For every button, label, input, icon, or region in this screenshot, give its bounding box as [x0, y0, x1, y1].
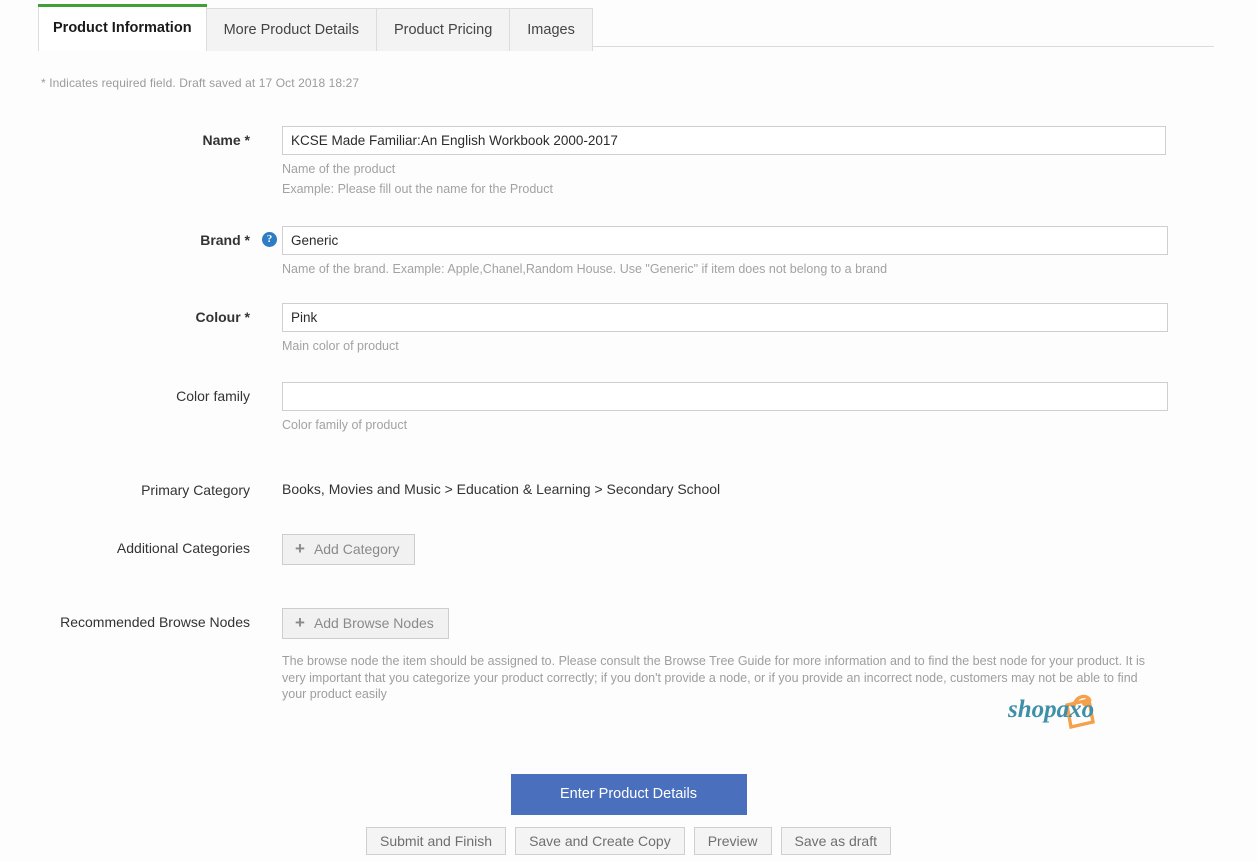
plus-icon: + — [295, 539, 305, 559]
tab-images[interactable]: Images — [509, 8, 593, 51]
tab-more-product-details[interactable]: More Product Details — [205, 8, 377, 51]
color-family-input[interactable] — [282, 381, 1168, 411]
tab-label: Product Information — [53, 19, 192, 36]
primary-action-row: Enter Product Details — [0, 774, 1257, 815]
question-mark-icon[interactable]: ? — [262, 232, 277, 248]
name-hint-example: Example: Please fill out the name for th… — [282, 182, 553, 197]
color-family-field-group: Color family of product — [250, 381, 1257, 432]
active-tab-accent-bar — [38, 4, 207, 7]
browse-nodes-help-text: The browse node the item should be assig… — [282, 654, 1145, 701]
form-row-primary-category: Primary Category Books, Movies and Music… — [0, 476, 1257, 498]
preview-button[interactable]: Preview — [693, 827, 772, 855]
tab-label: More Product Details — [223, 22, 359, 38]
tab-label: Images — [527, 22, 575, 38]
brand-hint-primary: Name of the brand. Example: Apple,Chanel… — [282, 262, 888, 277]
plus-icon: + — [295, 613, 305, 633]
color-family-label: Color family — [176, 387, 250, 404]
form-row-brand: Brand * ? Name of the brand. Example: Ap… — [0, 226, 1257, 276]
save-as-draft-button[interactable]: Save as draft — [780, 827, 891, 855]
browse-nodes-field-group: + Add Browse Nodes The browse node the i… — [250, 607, 1257, 703]
form-row-browse-nodes: Recommended Browse Nodes + Add Browse No… — [0, 607, 1257, 703]
form-row-name: Name * Name of the product Example: Plea… — [0, 126, 1257, 196]
brand-field-group: ? Name of the brand. Example: Apple,Chan… — [250, 226, 1257, 276]
colour-hint-primary: Main color of product — [282, 339, 399, 354]
tab-bar: Product Information More Product Details… — [0, 0, 1257, 51]
tab-label: Product Pricing — [393, 22, 493, 38]
add-browse-nodes-button-label: Add Browse Nodes — [313, 614, 434, 631]
colour-label: Colour * — [195, 309, 250, 326]
name-field-group: Name of the product Example: Please fill… — [250, 126, 1257, 196]
form-row-color-family: Color family Color family of product — [0, 381, 1257, 432]
primary-category-value: Books, Movies and Music > Education & Le… — [282, 480, 721, 497]
primary-category-label: Primary Category — [141, 481, 250, 498]
additional-categories-field-group: + Add Category — [250, 533, 1257, 565]
product-information-form: Name * Name of the product Example: Plea… — [0, 126, 1257, 703]
form-row-colour: Colour * Main color of product — [0, 303, 1257, 353]
add-browse-nodes-button[interactable]: + Add Browse Nodes — [282, 607, 449, 639]
brand-input[interactable] — [282, 226, 1168, 256]
tab-product-pricing[interactable]: Product Pricing — [375, 8, 511, 51]
submit-and-finish-button[interactable]: Submit and Finish — [366, 827, 507, 855]
name-hint-primary: Name of the product — [282, 162, 396, 176]
enter-product-details-button[interactable]: Enter Product Details — [510, 774, 747, 815]
additional-categories-label: Additional Categories — [116, 539, 250, 556]
browse-nodes-label: Recommended Browse Nodes — [60, 613, 250, 630]
color-family-hint-primary: Color family of product — [282, 417, 408, 432]
tab-product-information[interactable]: Product Information — [38, 4, 207, 51]
add-category-button[interactable]: + Add Category — [282, 533, 415, 565]
form-row-additional-categories: Additional Categories + Add Category — [0, 533, 1257, 565]
add-category-button-label: Add Category — [313, 540, 400, 557]
primary-category-field-group: Books, Movies and Music > Education & Le… — [250, 476, 1257, 497]
save-and-create-copy-button[interactable]: Save and Create Copy — [515, 827, 685, 855]
colour-input[interactable] — [282, 303, 1168, 333]
colour-field-group: Main color of product — [250, 303, 1257, 353]
secondary-action-row: Submit and Finish Save and Create Copy P… — [0, 827, 1257, 855]
name-label: Name * — [202, 132, 250, 148]
brand-label: Brand * — [200, 232, 250, 249]
name-input[interactable] — [282, 126, 1166, 155]
tab-list: Product Information More Product Details… — [38, 4, 593, 51]
required-field-note: * Indicates required field. Draft saved … — [41, 76, 360, 90]
